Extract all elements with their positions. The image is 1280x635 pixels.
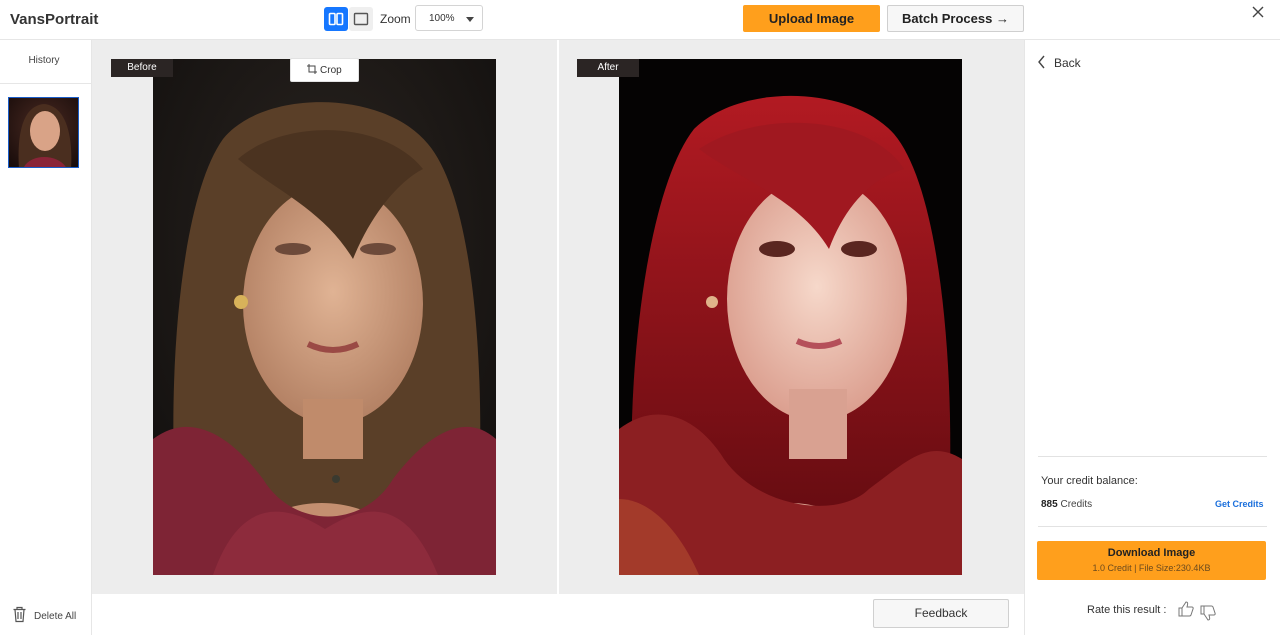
- split-view-icon: [328, 12, 344, 26]
- chevron-down-icon: [466, 17, 474, 22]
- history-panel: History Delete All: [0, 40, 92, 635]
- close-icon[interactable]: [1250, 4, 1266, 20]
- after-label: After: [577, 59, 639, 77]
- top-toolbar: [0, 0, 1280, 40]
- credit-count: 885: [1041, 499, 1058, 510]
- before-label: Before: [111, 59, 173, 77]
- portrait-thumbnail-image: [9, 98, 78, 167]
- zoom-label: Zoom: [380, 12, 411, 26]
- feedback-button[interactable]: Feedback: [873, 599, 1009, 628]
- credit-balance-label: Your credit balance:: [1041, 475, 1138, 487]
- trash-icon: [13, 606, 26, 623]
- download-subtext: 1.0 Credit | File Size:230.4KB: [1092, 563, 1211, 573]
- rate-result-label: Rate this result :: [1087, 604, 1167, 616]
- history-title: History: [28, 55, 60, 66]
- thumbs-down-icon[interactable]: [1199, 604, 1217, 622]
- pane-divider: [557, 40, 559, 594]
- app-logo: VansPortrait: [10, 11, 99, 28]
- download-image-button[interactable]: Download Image 1.0 Credit | File Size:23…: [1037, 541, 1266, 580]
- single-view-icon: [353, 12, 369, 26]
- crop-label: Crop: [320, 65, 342, 76]
- after-image: [619, 59, 962, 575]
- original-portrait-image: [153, 59, 496, 575]
- chevron-left-icon: [1038, 55, 1045, 69]
- download-label: Download Image: [1107, 547, 1196, 559]
- split-view-button[interactable]: [324, 7, 348, 31]
- single-view-button[interactable]: [349, 7, 373, 31]
- anime-portrait-image: [619, 59, 962, 575]
- thumbs-up-icon[interactable]: [1177, 600, 1195, 618]
- crop-icon: [307, 64, 318, 74]
- credit-balance-value: 885 Credits: [1041, 499, 1092, 510]
- get-credits-link[interactable]: Get Credits: [1215, 499, 1264, 509]
- zoom-value: 100%: [429, 13, 455, 24]
- before-image: [153, 59, 496, 575]
- crop-button[interactable]: Crop: [290, 58, 359, 82]
- zoom-select[interactable]: 100%: [415, 5, 483, 31]
- history-thumbnail[interactable]: [8, 97, 79, 168]
- delete-all-label: Delete All: [34, 611, 77, 622]
- history-divider: [0, 83, 91, 84]
- batch-process-button[interactable]: Batch Process →: [887, 5, 1024, 32]
- credits-divider-bottom: [1038, 526, 1267, 527]
- upload-image-button[interactable]: Upload Image: [743, 5, 880, 32]
- credit-unit: Credits: [1060, 499, 1093, 510]
- back-label: Back: [1054, 56, 1081, 70]
- credits-divider-top: [1038, 456, 1267, 457]
